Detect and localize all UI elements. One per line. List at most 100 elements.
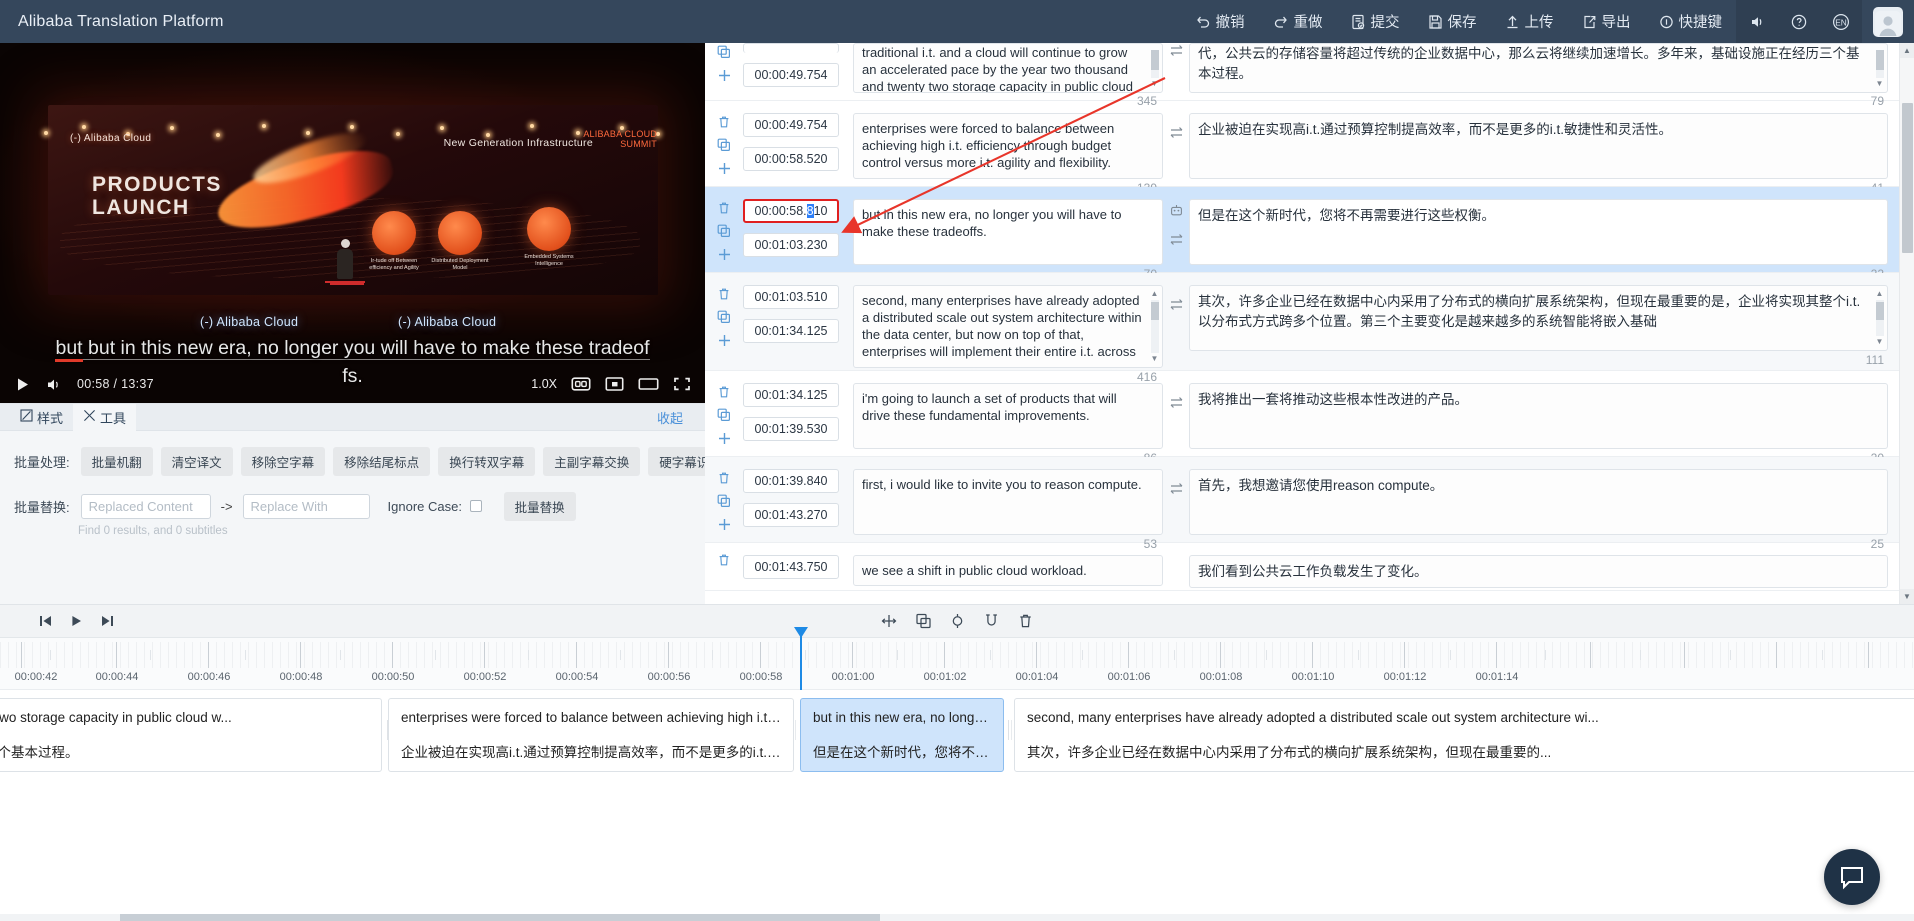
start-time-input[interactable]: 00:01:03.510 — [743, 285, 839, 309]
fullscreen-icon[interactable] — [673, 376, 691, 392]
help-icon[interactable] — [1778, 0, 1820, 43]
add-icon[interactable] — [717, 161, 732, 176]
end-time-input[interactable]: 00:01:39.530 — [743, 416, 839, 441]
shortcut-button[interactable]: 快捷键 — [1645, 0, 1737, 43]
timeline-clips[interactable]: vo thousand and twenty two storage capac… — [0, 690, 1914, 921]
start-time-input[interactable]: 00:00:49.754 — [743, 113, 839, 137]
timeline-clip-selected[interactable]: but in this new era, no longer ... 但是在这个… — [800, 698, 1004, 772]
swap-primary-secondary-button[interactable]: 主副字幕交换 — [543, 447, 641, 476]
target-text[interactable]: 其次，许多企业已经在数据中心内采用了分布式的横向扩展系统架构，但现在最重要的是，… — [1189, 285, 1888, 351]
scroll-down-icon[interactable]: ▼ — [1876, 338, 1884, 346]
subtitle-list-scrollbar[interactable]: ▲ ▼ — [1899, 43, 1914, 604]
source-text[interactable]: we see a shift in public cloud workload. — [853, 554, 1163, 586]
timeline-clip[interactable]: vo thousand and twenty two storage capac… — [0, 698, 382, 772]
table-row[interactable]: 00:01:34.125 00:01:39.530 i'm going to l… — [705, 371, 1914, 465]
target-scrollbar[interactable]: ▼ — [1874, 48, 1885, 88]
timeline-clip[interactable]: second, many enterprises have already ad… — [1014, 698, 1914, 772]
delete-icon[interactable] — [717, 471, 731, 485]
skip-start-icon[interactable] — [38, 614, 53, 628]
scrollbar-thumb[interactable] — [1902, 103, 1913, 253]
table-row[interactable]: 00:00:49.754 00:00:58.520 enterprises we… — [705, 101, 1914, 195]
copy-icon[interactable] — [717, 408, 731, 422]
target-text[interactable]: 企业被迫在实现高i.t.通过预算控制提高效率，而不是更多的i.t.敏捷性和灵活性… — [1189, 113, 1888, 179]
copy-icon[interactable] — [717, 138, 731, 152]
timeline-clip[interactable]: enterprises were forced to balance betwe… — [388, 698, 794, 772]
delete-icon[interactable] — [717, 115, 731, 129]
target-scrollbar[interactable]: ▲ ▼ — [1874, 290, 1885, 346]
batch-replace-button[interactable]: 批量替换 — [503, 492, 576, 521]
end-time-input[interactable]: 00:01:43.270 — [743, 502, 839, 527]
chat-bubble-icon[interactable] — [1824, 849, 1880, 905]
copy-icon[interactable] — [717, 45, 731, 59]
scroll-down-icon[interactable]: ▼ — [1151, 80, 1159, 88]
swap-icon[interactable] — [1169, 232, 1184, 250]
source-text[interactable]: second, many enterprises have already ad… — [853, 285, 1163, 368]
swap-icon[interactable] — [1169, 297, 1184, 315]
redo-button[interactable]: 重做 — [1259, 0, 1337, 43]
timeline-horizontal-scrollbar[interactable] — [0, 914, 1914, 921]
scroll-down-icon[interactable]: ▼ — [1876, 80, 1884, 88]
target-text[interactable]: 但是在这个新时代，您将不再需要进行这些权衡。 — [1189, 199, 1888, 265]
delete-icon[interactable] — [717, 385, 731, 399]
source-scrollbar[interactable]: ▼ — [1149, 48, 1160, 88]
table-row[interactable]: 00:00:49.754 traditional i.t. and a clou… — [705, 43, 1914, 108]
copy-icon[interactable] — [717, 494, 731, 508]
add-icon[interactable] — [717, 431, 732, 446]
start-time-input[interactable]: 00:01:34.125 — [743, 382, 839, 407]
swap-icon[interactable] — [1169, 395, 1184, 413]
scroll-up-icon[interactable]: ▲ — [1900, 43, 1914, 58]
pip-icon[interactable] — [605, 376, 624, 392]
source-text[interactable]: i'm going to launch a set of products th… — [853, 382, 1163, 449]
subtitle-list[interactable]: 00:00:49.754 traditional i.t. and a clou… — [705, 43, 1914, 604]
add-icon[interactable] — [717, 517, 732, 532]
undo-button[interactable]: 撤销 — [1181, 0, 1259, 43]
save-button[interactable]: 保存 — [1414, 0, 1491, 43]
volume-icon[interactable] — [45, 376, 63, 393]
playhead[interactable] — [794, 627, 808, 690]
delete-icon[interactable] — [717, 201, 731, 215]
scroll-up-icon[interactable]: ▲ — [1876, 290, 1884, 298]
play-icon[interactable] — [14, 376, 31, 393]
sound-icon[interactable] — [1736, 0, 1778, 43]
theater-icon[interactable] — [638, 376, 659, 392]
skip-end-icon[interactable] — [100, 614, 115, 628]
source-text[interactable]: enterprises were forced to balance betwe… — [853, 113, 1163, 179]
table-row[interactable]: 00:01:39.840 00:01:43.270 first, i would… — [705, 456, 1914, 551]
video-player[interactable]: (-) Alibaba Cloud PRODUCTS LAUNCH New Ge… — [0, 43, 705, 403]
source-text[interactable]: traditional i.t. and a cloud will contin… — [853, 43, 1163, 93]
language-icon[interactable]: EN — [1820, 0, 1862, 43]
table-row-selected[interactable]: 00:00:58. 8 10 00:01:03.230 but in this ne… — [705, 187, 1914, 281]
upload-button[interactable]: 上传 — [1491, 0, 1568, 43]
export-button[interactable]: 导出 — [1568, 0, 1645, 43]
ignore-case-checkbox[interactable] — [469, 500, 482, 512]
end-time-input[interactable]: 00:01:34.125 — [743, 319, 839, 343]
clear-translation-button[interactable]: 清空译文 — [160, 447, 233, 476]
scroll-down-icon[interactable]: ▼ — [1151, 354, 1159, 363]
avatar[interactable] — [1862, 0, 1914, 43]
play-icon[interactable] — [69, 614, 84, 628]
split-move-icon[interactable] — [881, 613, 898, 629]
source-text[interactable]: but in this new era, no longer you will … — [853, 199, 1163, 265]
timeline-ruler[interactable]: 00:00:42 00:00:44 00:00:46 00:00:48 00:0… — [0, 627, 1914, 690]
collapse-link[interactable]: 收起 — [657, 408, 683, 427]
scroll-down-icon[interactable]: ▼ — [1900, 589, 1914, 604]
batch-machine-translate-button[interactable]: 批量机翻 — [80, 447, 153, 476]
end-time-input[interactable]: 00:01:03.230 — [743, 233, 839, 257]
linebreak-to-dual-subtitle-button[interactable]: 换行转双字幕 — [438, 447, 536, 476]
swap-icon[interactable] — [1169, 43, 1184, 61]
target-text[interactable]: 我们看到公共云工作负载发生了变化。 — [1189, 554, 1888, 589]
end-time-input[interactable]: 00:00:49.754 — [743, 63, 839, 87]
tab-tools[interactable]: 工具 — [73, 403, 137, 431]
add-icon[interactable] — [717, 333, 732, 348]
merge-icon[interactable] — [984, 613, 1000, 629]
start-time-input-focused[interactable]: 00:00:58. 8 10 — [743, 199, 839, 223]
cc-icon[interactable] — [571, 376, 591, 392]
replace-with-input[interactable] — [242, 494, 370, 519]
replaced-content-input[interactable] — [80, 494, 211, 519]
add-icon[interactable] — [717, 68, 732, 83]
table-row[interactable]: 00:01:43.750 we see a shift in public cl… — [705, 543, 1914, 592]
duplicate-icon[interactable] — [916, 613, 932, 629]
start-time-input[interactable] — [743, 43, 839, 53]
playback-speed-button[interactable]: 1.0X — [531, 377, 557, 391]
table-row[interactable]: 00:01:03.510 00:01:34.125 second, many e… — [705, 273, 1914, 384]
